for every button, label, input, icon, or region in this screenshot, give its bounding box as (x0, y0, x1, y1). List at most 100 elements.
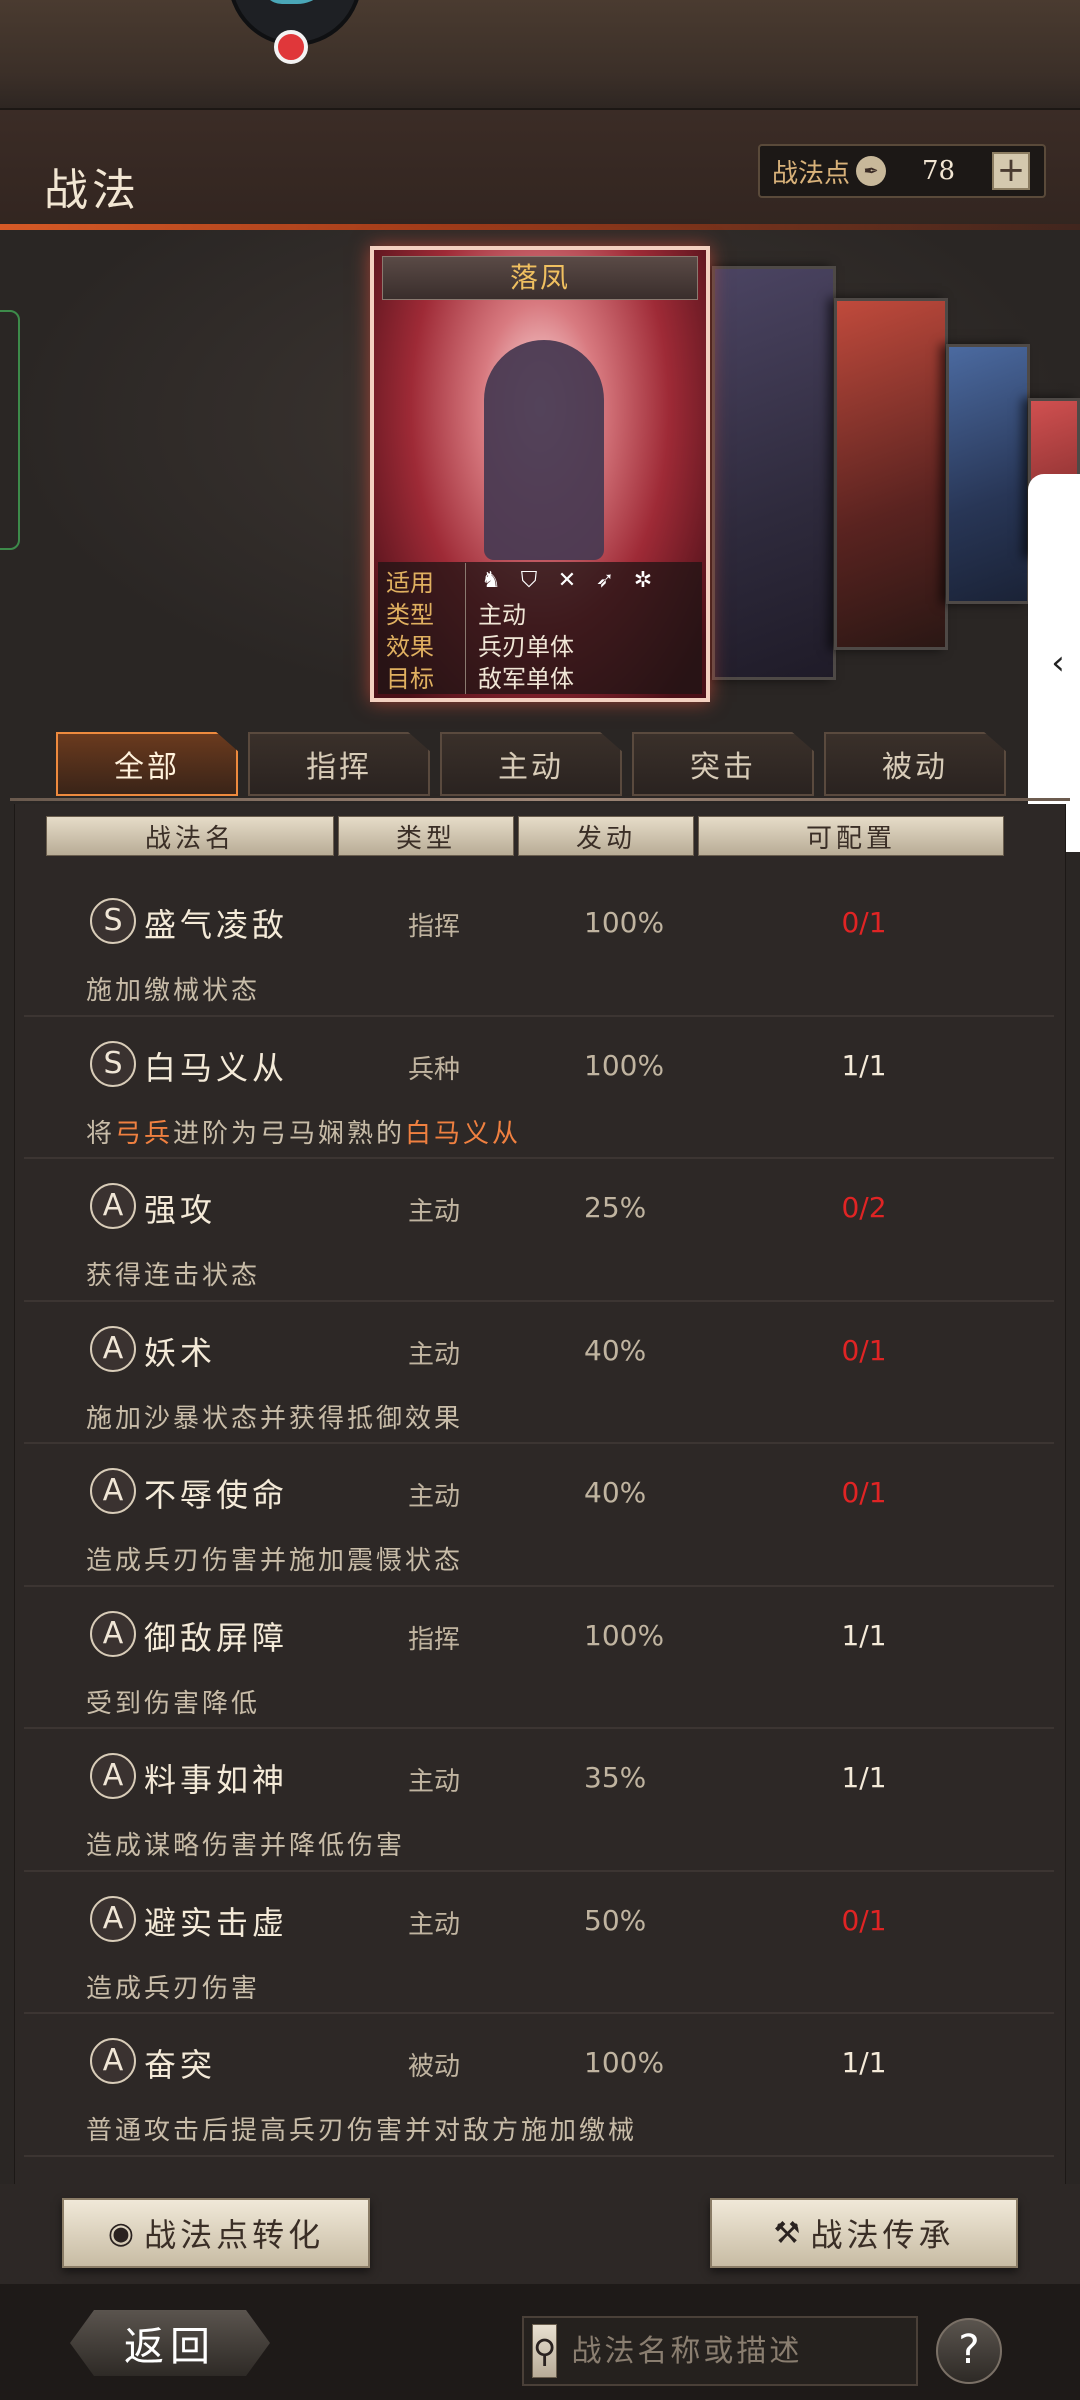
skill-rate: 100% (584, 906, 665, 939)
column-headers: 战法名 类型 发动 可配置 (46, 816, 1004, 856)
tab-active[interactable]: 主动 (440, 732, 622, 796)
grade-badge: A (90, 1183, 136, 1229)
skill-type: 被动 (408, 2052, 461, 2082)
skill-rate: 25% (584, 1191, 647, 1224)
skill-type: 主动 (408, 1767, 461, 1797)
skill-desc-text: 受到伤害降低 (86, 1688, 261, 1719)
skill-description: 普通攻击后提高兵刃伤害并对敌方施加缴械 (86, 2110, 637, 2147)
tab-all[interactable]: 全部 (56, 732, 238, 796)
skill-config: 0/1 (841, 1903, 887, 1937)
card-info-key: 适用 (386, 562, 466, 598)
notification-dot (274, 30, 308, 64)
help-button[interactable]: ? (936, 2318, 1002, 2384)
skill-config: 1/1 (841, 1761, 887, 1794)
skill-row[interactable]: A 强攻 主动 25% 0/2 获得连击状态 (24, 1159, 1054, 1302)
page-title: 战法 (44, 165, 140, 216)
skill-rate: 100% (584, 1618, 665, 1652)
column-header-type[interactable]: 类型 (338, 816, 514, 856)
add-points-button[interactable]: + (992, 152, 1031, 190)
back-button[interactable]: 返回 (70, 2310, 270, 2376)
skill-desc-text: 造成兵刃伤害 (86, 1973, 261, 2004)
selected-skill-card[interactable]: 落凤 适用 ♞ ⛉ ✕ ➶ ✲ 类型 主动 效果 兵刃单体 目标 敌军单体 (370, 246, 710, 702)
skill-type: 主动 (408, 1909, 461, 1940)
column-header-name[interactable]: 战法名 (46, 816, 334, 856)
skill-rate: 35% (584, 1761, 647, 1794)
carousel-card[interactable] (834, 298, 948, 650)
flame-icon: ◉ (107, 2215, 139, 2251)
tab-command[interactable]: 指挥 (248, 732, 430, 796)
card-info-row: 适用 ♞ ⛉ ✕ ➶ ✲ (386, 562, 694, 598)
skill-card-carousel[interactable]: 落凤 适用 ♞ ⛉ ✕ ➶ ✲ 类型 主动 效果 兵刃单体 目标 敌军单体 (0, 230, 1080, 710)
card-info-row: 目标 敌军单体 (386, 658, 694, 694)
card-info-key: 目标 (386, 658, 466, 694)
bottom-action-bar: ◉ 战法点转化 ⚒ 战法传承 (0, 2184, 1080, 2284)
card-info-row: 效果 兵刃单体 (386, 626, 694, 662)
siege-icon: ✲ (633, 567, 653, 593)
grade-badge: S (90, 1040, 136, 1087)
skill-description: 施加沙暴状态并获得抵御效果 (86, 1398, 463, 1435)
skill-config: 1/1 (841, 1618, 887, 1652)
skill-desc-text: 造成兵刃伤害并施加震慑状态 (86, 1546, 464, 1576)
side-drawer-toggle[interactable]: ‹ (1028, 474, 1080, 852)
convert-points-button[interactable]: ◉ 战法点转化 (62, 2198, 370, 2268)
skill-config: 0/1 (841, 1476, 887, 1509)
shield-icon: ⛉ (520, 567, 538, 593)
search-input[interactable] (571, 2333, 951, 2369)
column-header-rate[interactable]: 发动 (518, 816, 694, 856)
skill-points-box: 战法点 ✒ 78 + (758, 144, 1046, 198)
search-icon[interactable]: ⚲ (532, 2324, 558, 2378)
card-info-value: 敌军单体 (478, 664, 574, 693)
card-info-panel: 适用 ♞ ⛉ ✕ ➶ ✲ 类型 主动 效果 兵刃单体 目标 敌军单体 (378, 562, 702, 694)
page-header: 战法 战法点 ✒ 78 + (0, 110, 1080, 230)
inherit-skill-label: 战法传承 (810, 2216, 955, 2254)
tab-assault[interactable]: 突击 (632, 732, 814, 796)
carousel-card[interactable] (712, 266, 836, 680)
skill-rows[interactable]: S 盛气凌敌 指挥 100% 0/1 施加缴械状态 S 白马义从 兵种 100%… (24, 874, 1054, 2176)
troop-icons: ♞ ⛉ ✕ ➶ ✲ (478, 567, 656, 593)
skill-desc-text: 普通攻击后提高兵刃伤害并对敌方施加缴械 (86, 2116, 638, 2146)
skill-row[interactable]: A 料事如神 主动 35% 1/1 造成谋略伤害并降低伤害 (24, 1729, 1054, 1872)
footer-bar: 返回 ⚲ ? (0, 2284, 1080, 2400)
card-info-row: 类型 主动 (386, 594, 694, 630)
skill-type: 指挥 (408, 1624, 461, 1655)
skill-row[interactable]: A 御敌屏障 指挥 100% 1/1 受到伤害降低 (24, 1587, 1054, 1729)
skill-config: 0/1 (841, 1333, 887, 1367)
skill-row[interactable]: S 盛气凌敌 指挥 100% 0/1 施加缴械状态 (24, 874, 1054, 1017)
skill-config: 0/1 (841, 906, 887, 939)
avatar-art (262, 0, 332, 4)
card-info-value: 主动 (478, 600, 526, 629)
left-panel-edge (0, 310, 20, 550)
skill-description: 获得连击状态 (86, 1255, 260, 1292)
skill-desc-highlight: 白马义从 (405, 1118, 522, 1149)
warrior-silhouette (484, 340, 604, 560)
skill-name: 强攻 (144, 1191, 217, 1229)
skill-type: 兵种 (408, 1054, 461, 1085)
skill-description: 施加缴械状态 (86, 970, 260, 1007)
spear-icon: ➶ (595, 567, 615, 593)
skill-row[interactable]: A 不辱使命 主动 40% 0/1 造成兵刃伤害并施加震慑状态 (24, 1444, 1054, 1587)
skill-row[interactable]: A 奋突 被动 100% 1/1 普通攻击后提高兵刃伤害并对敌方施加缴械 (24, 2014, 1054, 2157)
skill-rate: 40% (584, 1333, 647, 1367)
inherit-skill-button[interactable]: ⚒ 战法传承 (710, 2198, 1018, 2268)
skill-rate: 40% (584, 1476, 647, 1509)
bow-icon: ✕ (557, 567, 577, 593)
skill-row[interactable]: S 白马义从 兵种 100% 1/1 将弓兵进阶为弓马娴熟的白马义从 (24, 1017, 1054, 1159)
grade-badge: A (90, 1753, 136, 1799)
carousel-card[interactable] (946, 344, 1030, 604)
skill-desc-text: 进阶为弓马娴熟的 (173, 1118, 406, 1149)
skill-description: 受到伤害降低 (86, 1683, 260, 1720)
skill-name: 妖术 (144, 1333, 217, 1372)
grade-badge: A (90, 1895, 136, 1942)
skill-name: 御敌屏障 (144, 1618, 289, 1657)
skill-desc-text: 施加缴械状态 (86, 976, 261, 1006)
tab-passive[interactable]: 被动 (824, 732, 1006, 796)
skill-config: 1/1 (841, 2046, 887, 2079)
skill-desc-text: 造成谋略伤害并降低伤害 (86, 1831, 406, 1861)
column-header-config[interactable]: 可配置 (698, 816, 1004, 856)
skill-desc-text: 施加沙暴状态并获得抵御效果 (86, 1403, 464, 1434)
skill-name: 白马义从 (144, 1048, 289, 1087)
skill-row[interactable]: A 妖术 主动 40% 0/1 施加沙暴状态并获得抵御效果 (24, 1302, 1054, 1444)
skill-row[interactable]: A 避实击虚 主动 50% 0/1 造成兵刃伤害 (24, 1872, 1054, 2014)
tabs-divider (10, 798, 1070, 801)
skill-rate: 100% (584, 1048, 665, 1082)
